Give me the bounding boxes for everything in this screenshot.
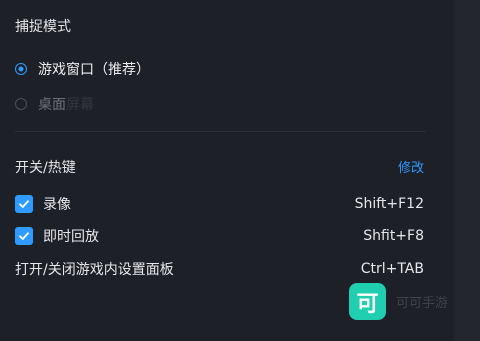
hotkey-row-record: 录像 Shift+F12 <box>15 194 424 214</box>
watermark: 可 可可手游 <box>349 283 448 320</box>
record-key: Shift+F12 <box>354 196 424 212</box>
settings-panel-key: Ctrl+TAB <box>360 261 424 277</box>
check-icon <box>19 200 29 208</box>
radio-checked-icon[interactable] <box>15 63 27 75</box>
record-label: 录像 <box>43 197 71 213</box>
section-divider <box>15 131 426 132</box>
replay-checkbox[interactable] <box>15 227 33 245</box>
capture-mode-title: 捕捉模式 <box>15 19 71 35</box>
settings-panel-label: 打开/关闭游戏内设置面板 <box>15 262 174 278</box>
watermark-text: 可可手游 <box>396 296 449 311</box>
radio-game-window[interactable]: 游戏窗口（推荐） <box>15 59 150 79</box>
record-checkbox[interactable] <box>15 195 33 213</box>
radio-unchecked-icon[interactable] <box>15 98 27 110</box>
hotkey-row-replay: 即时回放 Shfit+F8 <box>15 226 424 246</box>
right-edge-panel <box>454 0 480 341</box>
replay-label: 即时回放 <box>43 229 99 245</box>
replay-key: Shfit+F8 <box>363 228 424 244</box>
check-icon <box>19 232 29 240</box>
edit-hotkeys-link[interactable]: 修改 <box>398 157 424 176</box>
hotkey-row-settings-panel: 打开/关闭游戏内设置面板 Ctrl+TAB <box>15 259 424 279</box>
radio-desktop-screen[interactable]: 桌面屏幕 <box>15 94 94 114</box>
radio-game-window-label: 游戏窗口（推荐） <box>38 62 150 78</box>
hotkeys-title: 开关/热键 <box>15 160 76 176</box>
watermark-logo: 可 <box>349 283 386 320</box>
radio-desktop-label: 桌面屏幕 <box>38 97 94 113</box>
